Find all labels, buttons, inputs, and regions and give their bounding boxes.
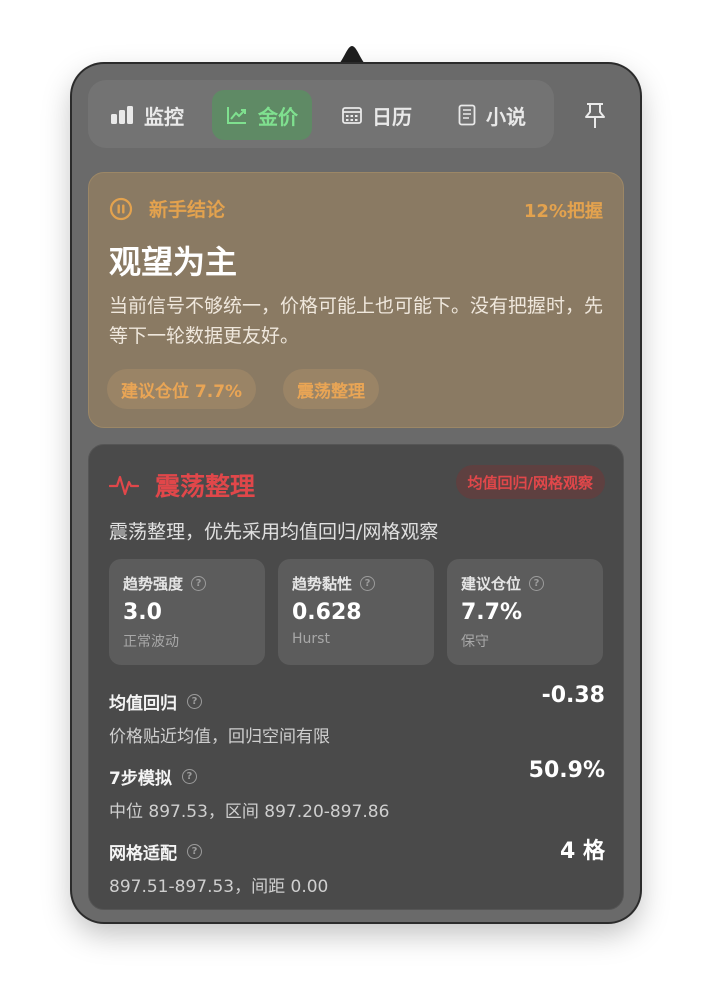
help-icon[interactable]: ? — [187, 844, 202, 859]
strategy-badge: 均值回归/网格观察 — [455, 465, 605, 499]
pause-circle-icon — [109, 197, 133, 220]
row-grid-fit: 网格适配? 4 格 897.51-897.53，间距 0.00 — [109, 839, 605, 897]
metric-suggested-position: 建议仓位? 7.7% 保守 — [447, 559, 603, 665]
conclusion-description: 当前信号不够统一，价格可能上也可能下。没有把握时，先等下一轮数据更友好。 — [109, 295, 604, 347]
confidence-value: 12%把握 — [523, 201, 603, 222]
market-regime-card: 震荡整理 均值回归/网格观察 震荡整理，优先采用均值回归/网格观察 趋势强度? … — [88, 444, 624, 910]
tab-label: 监控 — [144, 104, 184, 129]
metric-trend-persistence: 趋势黏性? 0.628 Hurst — [278, 559, 434, 665]
help-icon[interactable]: ? — [360, 576, 376, 591]
row-simulation: 7步模拟? 50.9% 中位 897.53，区间 897.20-897.86 — [109, 758, 605, 822]
conclusion-label: 新手结论 — [149, 199, 226, 221]
row-mean-reversion: 均值回归? -0.38 价格贴近均值，回归空间有限 — [109, 683, 605, 747]
row-label: 7步模拟 — [109, 769, 172, 789]
metric-value: 7.7% — [461, 600, 523, 625]
regime-header: 震荡整理 — [109, 467, 255, 503]
regime-title: 震荡整理 — [155, 472, 256, 501]
row-sub: 价格贴近均值，回归空间有限 — [109, 727, 330, 747]
tab-bar: 监控 金价 日历 小说 — [88, 80, 554, 148]
regime-description: 震荡整理，优先采用均值回归/网格观察 — [109, 521, 439, 543]
position-chip: 建议仓位 7.7% — [107, 369, 257, 409]
tab-label: 日历 — [372, 104, 412, 129]
metric-value: 0.628 — [292, 600, 362, 625]
metric-label: 建议仓位 — [461, 575, 522, 593]
metric-sub: 保守 — [461, 634, 489, 650]
row-label: 网格适配 — [109, 844, 177, 864]
bar-chart-icon — [111, 106, 133, 124]
help-icon[interactable]: ? — [529, 576, 545, 591]
row-value: -0.38 — [541, 683, 605, 708]
widget-panel: 监控 金价 日历 小说 新手结论 12%把握 观望为主 当前信号不够统一，价格可… — [72, 64, 640, 922]
tab-gold-price[interactable]: 金价 — [212, 90, 312, 140]
conclusion-header: 新手结论 — [109, 195, 225, 222]
row-sub: 897.51-897.53，间距 0.00 — [109, 877, 329, 897]
pulse-icon — [109, 475, 139, 496]
metric-trend-strength: 趋势强度? 3.0 正常波动 — [109, 559, 265, 665]
help-icon[interactable]: ? — [187, 694, 202, 709]
calendar-icon — [342, 107, 362, 124]
metric-sub: Hurst — [292, 631, 330, 647]
tab-monitor[interactable]: 监控 — [96, 90, 198, 140]
metric-value: 3.0 — [123, 600, 162, 625]
book-icon — [458, 104, 476, 126]
row-value: 50.9% — [528, 758, 605, 783]
metric-label: 趋势黏性 — [292, 575, 353, 593]
regime-chip: 震荡整理 — [283, 369, 379, 409]
tab-calendar[interactable]: 日历 — [328, 90, 426, 140]
metric-sub: 正常波动 — [123, 634, 179, 650]
row-sub: 中位 897.53，区间 897.20-897.86 — [109, 802, 390, 822]
tab-novel[interactable]: 小说 — [444, 90, 540, 140]
help-icon[interactable]: ? — [191, 576, 207, 591]
help-icon[interactable]: ? — [181, 769, 197, 784]
trend-chart-icon — [227, 107, 246, 124]
tab-label: 金价 — [258, 104, 298, 129]
metric-label: 趋势强度 — [123, 575, 184, 593]
beginner-conclusion-card: 新手结论 12%把握 观望为主 当前信号不够统一，价格可能上也可能下。没有把握时… — [88, 172, 624, 428]
tab-label: 小说 — [486, 104, 526, 129]
conclusion-title: 观望为主 — [109, 243, 238, 281]
row-label: 均值回归 — [109, 694, 177, 714]
row-value: 4 格 — [560, 839, 605, 864]
pin-icon[interactable] — [582, 102, 608, 130]
